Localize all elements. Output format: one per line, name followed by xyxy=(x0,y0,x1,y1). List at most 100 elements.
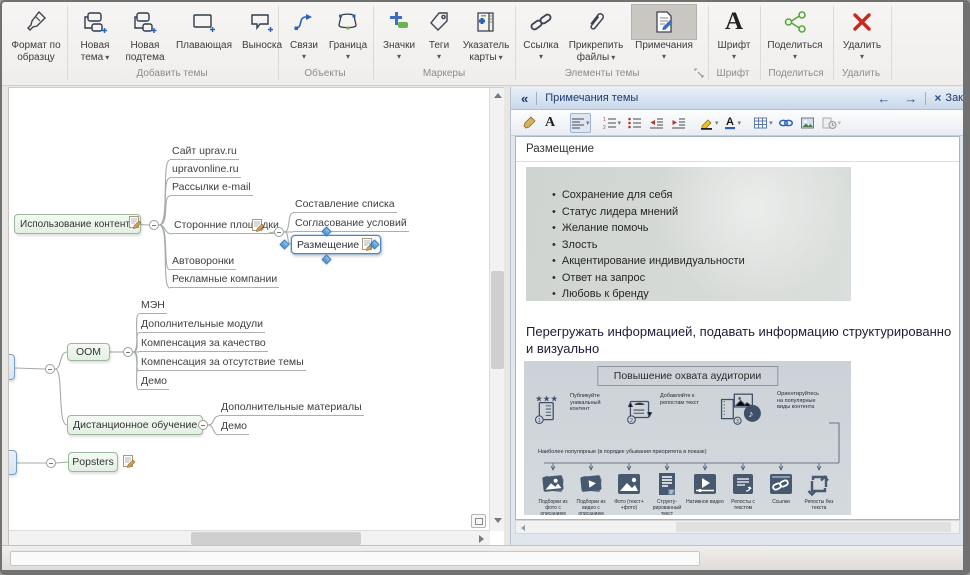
topic-note-icon[interactable] xyxy=(129,216,142,229)
attach-files-button[interactable]: Прикрепить файлы xyxy=(564,4,628,66)
scroll-right-arrow[interactable] xyxy=(479,535,484,543)
align-button[interactable] xyxy=(570,113,591,133)
format-painter-button[interactable]: Формат по образцу xyxy=(7,4,65,66)
bullet-list-button[interactable] xyxy=(624,113,644,133)
callout-button[interactable]: Выноска xyxy=(238,4,286,66)
fit-map-button[interactable] xyxy=(471,514,486,528)
topic-note-icon[interactable] xyxy=(123,455,136,468)
share-dropdown[interactable] xyxy=(764,52,826,61)
new-subtopic-button[interactable]: Новая подтема xyxy=(120,4,170,66)
collapse-toggle[interactable] xyxy=(45,364,55,374)
scroll-left-arrow[interactable] xyxy=(521,525,525,531)
notes-dropdown[interactable] xyxy=(631,52,697,61)
collapse-panel-icon[interactable]: « xyxy=(521,91,528,106)
collapse-toggle[interactable] xyxy=(46,458,56,468)
topic-line[interactable]: Компенсация за отсутствие темы xyxy=(139,356,306,371)
note-image-bullets[interactable]: Сохранение для себя Статус лидера мнений… xyxy=(526,167,851,301)
notes-toolbar: A 12 A xyxy=(511,110,963,136)
topic-line[interactable]: Рассылки e-mail xyxy=(170,181,253,196)
topic-line[interactable]: Дополнительные модули xyxy=(139,318,265,333)
native-video-icon xyxy=(692,471,718,497)
topic-line[interactable]: Демо xyxy=(219,420,249,435)
collapse-toggle[interactable] xyxy=(123,347,133,357)
highlight-color-button[interactable] xyxy=(698,113,720,133)
notes-button[interactable]: Примечания xyxy=(631,4,697,66)
vertical-scroll-thumb[interactable] xyxy=(491,271,504,369)
boundary-dropdown[interactable] xyxy=(326,52,370,61)
delete-dropdown[interactable] xyxy=(837,52,887,61)
font-color-button[interactable]: A xyxy=(722,113,743,133)
delete-button[interactable]: Удалить xyxy=(837,4,887,66)
note-image-infographic[interactable]: Повышение охвата аудитории ★★★1 Публикуй… xyxy=(524,361,851,515)
notes-editor[interactable]: Размещение Сохранение для себя Статус ли… xyxy=(515,136,960,520)
selection-handle-bottom[interactable] xyxy=(322,255,332,265)
close-panel-label[interactable]: Зак xyxy=(945,92,963,104)
insert-link-button[interactable] xyxy=(776,113,796,133)
numbered-list-button[interactable]: 12 xyxy=(601,113,623,133)
topic-distance[interactable]: Дистанционное обучение xyxy=(67,415,203,435)
boundary-button[interactable]: Граница xyxy=(326,4,370,66)
dialog-launcher-icon[interactable] xyxy=(694,68,706,80)
indent-button[interactable] xyxy=(668,113,688,133)
topic-line[interactable]: Демо xyxy=(139,375,169,390)
topic-line[interactable]: Составление списка xyxy=(293,198,397,213)
insert-table-button[interactable] xyxy=(752,113,774,133)
share-button[interactable]: Поделиться xyxy=(764,4,826,66)
horizontal-scroll-thumb[interactable] xyxy=(191,532,361,545)
topic-selected[interactable]: Размещение xyxy=(291,235,381,254)
floating-topic-icon xyxy=(173,4,235,40)
link-button[interactable]: Ссылка xyxy=(520,4,562,66)
topic-root-clipped[interactable]: с xyxy=(8,354,15,380)
topic-line[interactable]: upravonline.ru xyxy=(170,163,241,178)
tags-dropdown[interactable] xyxy=(421,52,457,61)
tags-button[interactable]: Теги xyxy=(421,4,457,66)
insert-image-button[interactable] xyxy=(798,113,818,133)
collapse-toggle[interactable] xyxy=(198,420,208,430)
prev-topic-arrow-icon[interactable]: ← xyxy=(877,91,890,106)
share-label: Поделиться xyxy=(767,40,822,51)
topic-line[interactable]: Автоворонки xyxy=(170,255,236,270)
topic-root[interactable]: Использование контента xyxy=(14,214,141,234)
svg-text:♪: ♪ xyxy=(749,409,754,420)
topic-line[interactable]: Компенсация за качество xyxy=(139,337,268,352)
markers-icons-button[interactable]: Значки xyxy=(379,4,419,66)
next-topic-arrow-icon[interactable]: → xyxy=(904,91,917,106)
scroll-down-arrow[interactable] xyxy=(494,518,502,523)
tags-icon xyxy=(421,4,457,40)
relationships-dropdown[interactable] xyxy=(284,52,324,61)
close-panel-icon[interactable]: × xyxy=(934,91,941,105)
relationships-button[interactable]: Связи xyxy=(284,4,324,66)
notes-label: Примечания xyxy=(635,40,693,51)
topic-note-icon[interactable] xyxy=(252,219,265,232)
topic-oom[interactable]: ООМ xyxy=(67,343,110,361)
canvas-vertical-scrollbar[interactable] xyxy=(489,88,504,531)
collapse-toggle[interactable] xyxy=(149,220,159,230)
font-dialog-button[interactable]: A xyxy=(540,113,560,133)
font-icon: A xyxy=(712,4,756,40)
notes-scroll-thumb[interactable] xyxy=(676,522,951,532)
topic-line[interactable]: Рекламные компании xyxy=(170,273,279,288)
scroll-up-arrow[interactable] xyxy=(494,93,502,98)
floating-topic-button[interactable]: Плавающая xyxy=(173,4,235,66)
collapse-toggle[interactable] xyxy=(274,227,284,237)
canvas-horizontal-scrollbar[interactable] xyxy=(9,530,490,545)
infographic-item: Нативное видео xyxy=(686,471,724,505)
outdent-button[interactable] xyxy=(646,113,666,133)
map-canvas[interactable]: Использование контента Сайт uprav.ru upr… xyxy=(8,87,504,545)
new-topic-button[interactable]: Новая тема xyxy=(72,4,118,66)
markers-icons-dropdown[interactable] xyxy=(379,52,419,61)
notes-horizontal-scrollbar[interactable] xyxy=(515,520,960,534)
topic-line[interactable]: Дополнительные материалы xyxy=(219,401,364,416)
font-button[interactable]: A Шрифт xyxy=(712,4,756,66)
format-brush-button[interactable] xyxy=(518,113,538,133)
map-index-button[interactable]: Указатель карты xyxy=(459,4,513,66)
selection-handle-left[interactable] xyxy=(280,240,290,250)
topic-line[interactable]: Сайт uprav.ru xyxy=(170,145,239,160)
infographic-item: Ссылки xyxy=(762,471,800,505)
topic-root-clipped[interactable]: а xyxy=(8,450,17,475)
topic-line[interactable]: МЭН xyxy=(139,299,167,314)
topic-popsters[interactable]: Popsters xyxy=(68,452,118,472)
link-dropdown[interactable] xyxy=(520,52,562,61)
font-dropdown[interactable] xyxy=(712,52,756,61)
topic-line[interactable]: Согласование условий xyxy=(293,217,409,232)
